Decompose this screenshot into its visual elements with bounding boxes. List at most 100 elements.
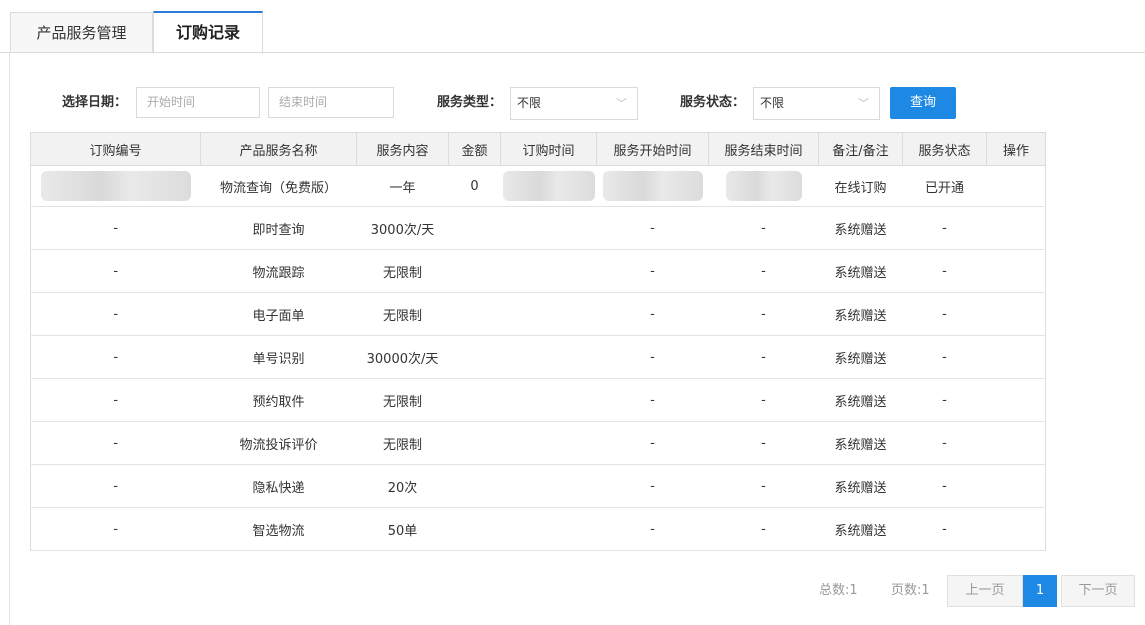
chevron-down-icon: ﹀ (616, 97, 627, 110)
header-start-time: 服务开始时间 (596, 132, 709, 166)
remark-cell: 系统赠送 (818, 507, 903, 551)
product-name-cell: 隐私快递 (200, 464, 357, 508)
service-content-cell: 无限制 (356, 378, 449, 422)
status-cell: - (902, 206, 987, 250)
product-name-cell: 物流跟踪 (200, 249, 357, 293)
actions-cell[interactable] (986, 507, 1046, 551)
amount-cell: 0 (448, 165, 501, 207)
table-row: - 物流跟踪 无限制 - - 系统赠送 - (30, 249, 1046, 293)
next-page-button[interactable]: 下一页 (1061, 575, 1135, 607)
amount-cell (448, 292, 501, 336)
status-cell: - (902, 292, 987, 336)
header-status: 服务状态 (902, 132, 987, 166)
order-id-cell: - (30, 378, 201, 422)
service-status-select[interactable]: 不限 ﹀ (753, 87, 880, 120)
tab-bar: 产品服务管理 订购记录 (0, 0, 1145, 54)
service-content-cell: 一年 (356, 165, 449, 207)
order-time-cell (500, 464, 597, 508)
tab-order-records[interactable]: 订购记录 (153, 11, 263, 54)
current-page-button[interactable]: 1 (1023, 575, 1057, 607)
start-time-cell: - (596, 292, 709, 336)
status-cell: - (902, 335, 987, 379)
status-cell: - (902, 249, 987, 293)
product-name-cell: 即时查询 (200, 206, 357, 250)
order-id-cell: - (30, 464, 201, 508)
end-time-cell (708, 165, 819, 207)
end-time-cell: - (708, 249, 819, 293)
remark-cell: 系统赠送 (818, 378, 903, 422)
header-end-time: 服务结束时间 (708, 132, 819, 166)
end-time-cell: - (708, 464, 819, 508)
order-time-cell (500, 165, 597, 207)
status-cell: - (902, 464, 987, 508)
actions-cell[interactable] (986, 249, 1046, 293)
start-date-input[interactable]: 开始时间 (136, 87, 260, 118)
remark-cell: 系统赠送 (818, 206, 903, 250)
order-id-cell: - (30, 249, 201, 293)
start-time-cell: - (596, 507, 709, 551)
remark-cell: 系统赠送 (818, 249, 903, 293)
start-time-cell: - (596, 335, 709, 379)
order-id-cell: - (30, 507, 201, 551)
actions-cell[interactable] (986, 421, 1046, 465)
end-time-cell: - (708, 378, 819, 422)
amount-cell (448, 249, 501, 293)
end-date-input[interactable]: 结束时间 (268, 87, 394, 118)
header-product-name: 产品服务名称 (200, 132, 357, 166)
service-content-cell: 50单 (356, 507, 449, 551)
page-count: 页数:1 (891, 583, 930, 598)
order-time-cell (500, 249, 597, 293)
table-row: - 物流投诉评价 无限制 - - 系统赠送 - (30, 421, 1046, 465)
actions-cell[interactable] (986, 378, 1046, 422)
tab-product-service-management[interactable]: 产品服务管理 (10, 12, 153, 53)
service-status-label: 服务状态： (680, 95, 746, 110)
start-time-cell: - (596, 249, 709, 293)
table-header-row: 订购编号 产品服务名称 服务内容 金额 订购时间 服务开始时间 服务结束时间 备… (30, 132, 1046, 166)
table-row: 物流查询（免费版） 一年 0 在线订购 已开通 (30, 165, 1046, 207)
service-content-cell: 无限制 (356, 292, 449, 336)
status-cell: - (902, 378, 987, 422)
order-time-cell (500, 421, 597, 465)
table-row: - 预约取件 无限制 - - 系统赠送 - (30, 378, 1046, 422)
actions-cell[interactable] (986, 165, 1046, 207)
order-id-cell: - (30, 335, 201, 379)
order-time-cell (500, 292, 597, 336)
redacted-order-time (502, 171, 595, 201)
header-actions: 操作 (986, 132, 1046, 166)
header-order-time: 订购时间 (500, 132, 597, 166)
service-content-cell: 无限制 (356, 249, 449, 293)
query-button[interactable]: 查询 (890, 87, 956, 119)
redacted-start-time (602, 171, 703, 201)
product-name-cell: 智选物流 (200, 507, 357, 551)
start-time-cell: - (596, 378, 709, 422)
actions-cell[interactable] (986, 292, 1046, 336)
status-cell: - (902, 507, 987, 551)
prev-page-button[interactable]: 上一页 (947, 575, 1023, 607)
status-cell: 已开通 (902, 165, 987, 207)
service-content-cell: 20次 (356, 464, 449, 508)
header-amount: 金额 (448, 132, 501, 166)
table-row: - 电子面单 无限制 - - 系统赠送 - (30, 292, 1046, 336)
actions-cell[interactable] (986, 335, 1046, 379)
chevron-down-icon: ﹀ (858, 97, 869, 110)
amount-cell (448, 421, 501, 465)
actions-cell[interactable] (986, 464, 1046, 508)
order-id-cell: - (30, 206, 201, 250)
amount-cell (448, 206, 501, 250)
service-content-cell: 无限制 (356, 421, 449, 465)
service-type-value: 不限 (517, 96, 542, 110)
product-name-cell: 电子面单 (200, 292, 357, 336)
order-time-cell (500, 206, 597, 250)
total-count: 总数:1 (819, 583, 858, 598)
start-time-cell: - (596, 421, 709, 465)
amount-cell (448, 507, 501, 551)
amount-cell (448, 335, 501, 379)
actions-cell[interactable] (986, 206, 1046, 250)
order-id-cell (30, 165, 201, 207)
amount-cell (448, 464, 501, 508)
service-type-select[interactable]: 不限 ﹀ (510, 87, 638, 120)
product-name-cell: 单号识别 (200, 335, 357, 379)
header-service-content: 服务内容 (356, 132, 449, 166)
content-left-border (9, 53, 10, 625)
end-time-cell: - (708, 335, 819, 379)
